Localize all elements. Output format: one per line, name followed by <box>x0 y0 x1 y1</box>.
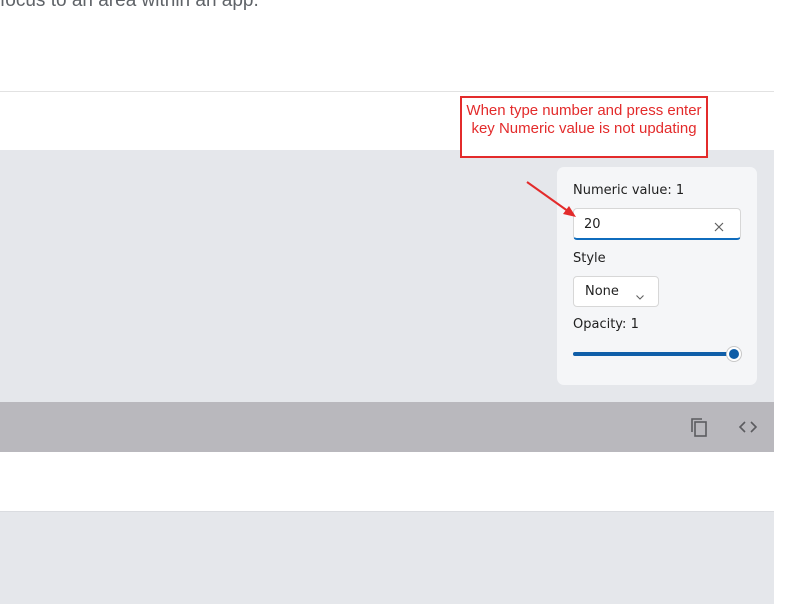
numeric-value-readout: 1 <box>675 183 685 198</box>
opacity-readout: 1 <box>630 317 639 332</box>
style-label: Style <box>573 251 606 266</box>
example-toolbar <box>0 402 774 452</box>
numeric-value-input[interactable] <box>584 214 704 234</box>
intro-text: focus to an area within an app. <box>0 0 259 11</box>
section-divider <box>0 91 774 92</box>
numeric-value-label: Numeric value: 1 <box>573 183 684 198</box>
opacity-slider-thumb[interactable] <box>727 347 741 361</box>
opacity-slider-fill <box>573 352 734 356</box>
controls-panel: Numeric value: 1 Style None Opacity: 1 <box>557 167 757 385</box>
opacity-label-text: Opacity: <box>573 317 627 332</box>
opacity-slider[interactable] <box>573 347 741 361</box>
opacity-label: Opacity: 1 <box>573 317 639 332</box>
clear-icon[interactable] <box>713 218 725 232</box>
style-dropdown[interactable]: None <box>573 276 659 307</box>
style-dropdown-value: None <box>585 284 619 299</box>
annotation-callout: When type number and press enter key Num… <box>460 96 708 158</box>
copy-icon[interactable] <box>687 415 711 439</box>
next-example-preview <box>0 511 774 604</box>
chevron-down-icon <box>635 287 645 300</box>
docs-page: focus to an area within an app. Numeric … <box>0 0 800 604</box>
numeric-value-label-text: Numeric value: <box>573 183 672 198</box>
code-icon[interactable] <box>736 415 760 439</box>
numeric-value-field[interactable] <box>573 208 741 240</box>
